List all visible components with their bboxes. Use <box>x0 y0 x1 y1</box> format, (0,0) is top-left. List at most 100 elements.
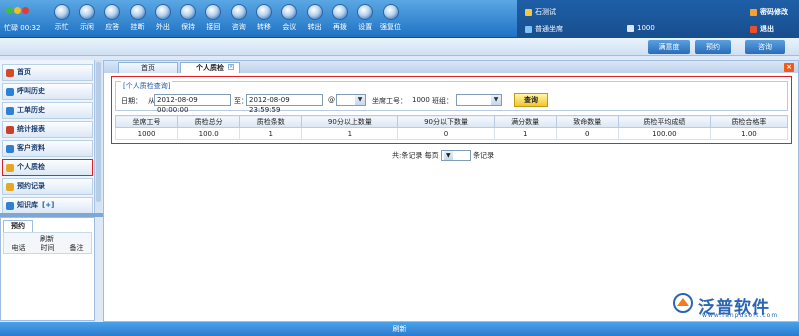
nav-knowledge-expand-badge[interactable]: [+] <box>42 201 54 209</box>
tool-transfer-out-icon <box>306 4 323 20</box>
user-icon <box>525 8 532 16</box>
table-header-cell[interactable]: 致命数量 <box>555 115 619 128</box>
table-header-cell[interactable]: 90分以上数量 <box>301 115 399 128</box>
date-to-input[interactable]: 2012-08-09 23:59:59 <box>246 94 323 114</box>
tool-reset-icon <box>382 4 399 20</box>
quality-query-panel: [个人质检查询] 日期： 从 2012-08-09 00:00:00 至： 20… <box>111 76 792 144</box>
logout-button[interactable]: 退出 <box>750 24 774 34</box>
table-header-cell[interactable]: 满分数量 <box>493 115 557 128</box>
tool-settings-button[interactable]: 设置 <box>353 2 378 36</box>
group-select[interactable]: ▼ <box>456 94 502 106</box>
tool-hold-icon <box>180 4 197 20</box>
nav-knowledge[interactable]: 知识库 [+] <box>2 197 93 214</box>
table-cell: 1 <box>493 127 557 140</box>
booking-header: 刷新 电话 时间 备注 <box>3 232 92 254</box>
nav-reports-label: 统计报表 <box>17 125 45 133</box>
table-header-cell[interactable]: 质检平均成绩 <box>617 115 711 128</box>
tool-hangup-button[interactable]: 挂断 <box>125 2 150 36</box>
table-body: 1000 100.0 1 1 0 1 0 100.00 1.00 <box>114 127 789 140</box>
agent-status: 忙碌 00:32 <box>2 4 44 34</box>
tool-idle-icon <box>78 4 95 20</box>
tool-busy-button[interactable]: 示忙 <box>49 2 74 36</box>
tool-outbound-button[interactable]: 外出 <box>150 2 175 36</box>
at-label: @ <box>328 96 335 104</box>
nav-booking[interactable]: 预约记录 <box>2 178 93 195</box>
booking-panel: 预约 刷新 电话 时间 备注 <box>0 217 95 321</box>
booking-tab[interactable]: 预约 <box>3 220 33 232</box>
user-name: 石测试 <box>535 8 556 16</box>
chevron-down-icon: ▼ <box>443 151 453 160</box>
per-page-select[interactable]: 20▼ <box>440 150 471 161</box>
tool-consult-button[interactable]: 咨询 <box>226 2 251 36</box>
left-nav: 首页呼叫历史工单历史统计报表客户资料个人质检预约记录知识库 [+] <box>0 60 95 214</box>
tab-close-icon[interactable]: × <box>228 64 234 70</box>
query-fieldset: [个人质检查询] 日期： 从 2012-08-09 00:00:00 至： 20… <box>115 81 788 114</box>
quality-table: 坐席工号 质检总分 质检条数 90分以上数量 90分以下数量 满分数量 致命数量 质检平均成绩… <box>114 115 789 140</box>
brand-logo: 泛普软件 www.fanpusoft.com <box>672 290 797 319</box>
user-ext: 1000 <box>637 24 655 32</box>
table-cell: 1.00 <box>709 127 789 140</box>
nav-quality-label: 个人质检 <box>17 163 45 171</box>
tool-idle-button[interactable]: 示闲 <box>74 2 99 36</box>
at-select[interactable]: ▼ <box>336 94 366 106</box>
nav-work-order[interactable]: 工单历史 <box>2 102 93 119</box>
tool-redial-icon <box>331 4 348 20</box>
status-lamps-icon <box>6 7 32 18</box>
satisfaction-button[interactable]: 满意度 <box>648 40 690 54</box>
agent-value: 1000 <box>412 96 430 104</box>
exit-icon <box>750 25 757 33</box>
table-header-cell[interactable]: 90分以下数量 <box>397 115 495 128</box>
nav-customers[interactable]: 客户资料 <box>2 140 93 157</box>
nav-quality[interactable]: 个人质检 <box>2 159 93 176</box>
status-label: 忙碌 <box>4 24 18 32</box>
booking-col-phone: 电话 <box>11 244 26 252</box>
nav-reports[interactable]: 统计报表 <box>2 121 93 138</box>
footer-bar: 刷新 <box>0 322 799 336</box>
table-cell: 1000 <box>114 127 179 140</box>
scrollbar-thumb[interactable] <box>96 62 101 202</box>
footer-refresh[interactable]: 刷新 <box>393 325 407 333</box>
tool-transfer-out-button[interactable]: 转出 <box>302 2 327 36</box>
booking-col-note: 备注 <box>69 244 84 252</box>
nav-booking-label: 预约记录 <box>17 182 45 190</box>
tool-conference-button[interactable]: 会议 <box>277 2 302 36</box>
nav-knowledge-label: 知识库 <box>17 201 38 209</box>
pager: 共:条记录 每页 20▼ 条记录 <box>392 150 494 161</box>
chevron-down-icon: ▼ <box>355 95 365 105</box>
table-header-cell[interactable]: 质检合格率 <box>709 115 789 128</box>
table-cell: 1 <box>239 127 303 140</box>
tool-transfer-button[interactable]: 转移 <box>251 2 276 36</box>
table-header-cell[interactable]: 质检总分 <box>177 115 241 128</box>
table-row[interactable]: 1000 100.0 1 1 0 1 0 100.00 1.00 <box>114 127 789 140</box>
change-password-button[interactable]: 密码修改 <box>750 7 788 17</box>
table-header-cell[interactable]: 坐席工号 <box>114 115 179 128</box>
tool-resume-icon <box>205 4 222 20</box>
tool-reset-button[interactable]: 强复位 <box>378 2 403 36</box>
user-role-row: 普通坐席 <box>525 24 563 34</box>
tool-hold-button[interactable]: 保持 <box>175 2 200 36</box>
consult-button[interactable]: 咨询 <box>745 40 785 54</box>
tool-answer-button[interactable]: 应答 <box>100 2 125 36</box>
tool-resume-button[interactable]: 接回 <box>201 2 226 36</box>
tab-strip: 首页 个人质检 × <box>104 61 798 73</box>
booking-button[interactable]: 预约 <box>695 40 731 54</box>
left-nav-scrollbar[interactable] <box>94 60 102 213</box>
close-panel-icon[interactable]: × <box>784 63 794 72</box>
user-role: 普通坐席 <box>535 25 563 33</box>
nav-call-history-icon <box>6 88 14 96</box>
tab-home[interactable]: 首页 <box>118 62 178 73</box>
nav-home-icon <box>6 69 14 77</box>
search-button[interactable]: 查询 <box>514 93 548 107</box>
group-label: 班组： <box>432 97 453 105</box>
table-cell: 100.0 <box>177 127 241 140</box>
tool-redial-button[interactable]: 再拨 <box>327 2 352 36</box>
tool-hangup-icon <box>129 4 146 20</box>
logo-url-text: www.fanpusoft.com <box>702 312 779 319</box>
nav-knowledge-icon <box>6 202 14 210</box>
table-header-cell[interactable]: 质检条数 <box>239 115 303 128</box>
nav-call-history[interactable]: 呼叫历史 <box>2 83 93 100</box>
pager-per-page-label: 每页 <box>424 151 439 160</box>
date-from-input[interactable]: 2012-08-09 00:00:00 <box>154 94 231 114</box>
nav-home[interactable]: 首页 <box>2 64 93 81</box>
nav-customers-icon <box>6 145 14 153</box>
